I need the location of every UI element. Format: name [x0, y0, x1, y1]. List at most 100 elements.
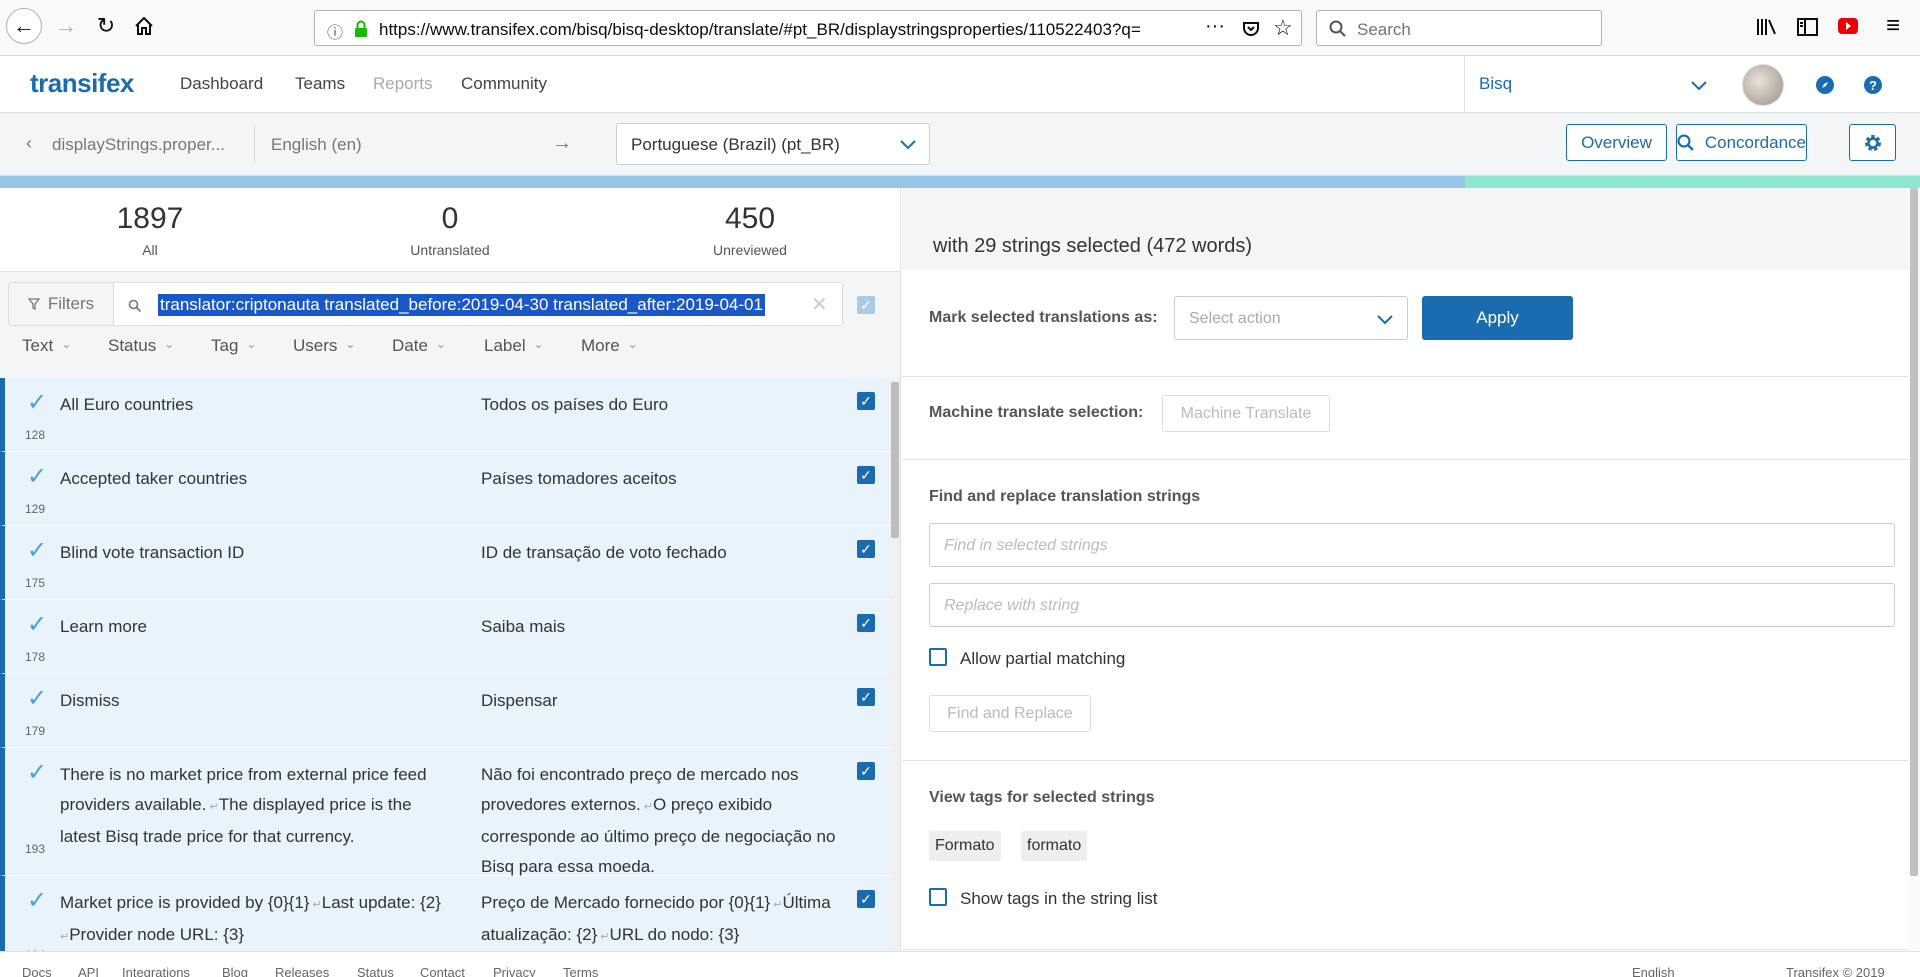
row-checkbox[interactable]: ✓ — [857, 614, 875, 632]
youtube-extension-icon[interactable] — [1838, 18, 1858, 34]
footer-link-privacy[interactable]: Privacy — [493, 965, 536, 977]
transifex-logo[interactable]: transifex — [30, 68, 134, 99]
action-select[interactable]: Select action — [1174, 296, 1408, 340]
concordance-button[interactable]: Concordance — [1676, 124, 1807, 161]
page-actions-icon[interactable]: ··· — [1205, 15, 1225, 38]
column-text[interactable]: Text — [22, 336, 71, 356]
column-date[interactable]: Date — [392, 336, 446, 356]
column-users[interactable]: Users — [293, 336, 355, 356]
line-break-icon: ↵ — [640, 801, 653, 813]
overview-button[interactable]: Overview — [1566, 124, 1667, 161]
reload-button[interactable]: ↻ — [88, 8, 124, 44]
row-checkbox[interactable]: ✓ — [857, 540, 875, 558]
compass-icon[interactable] — [1815, 75, 1835, 95]
info-icon[interactable]: ⓘ — [327, 19, 343, 43]
concordance-label: Concordance — [1704, 132, 1806, 152]
find-input[interactable]: Find in selected strings — [929, 523, 1895, 567]
tag-chip[interactable]: Formato — [929, 831, 1001, 861]
machine-translate-button[interactable]: Machine Translate — [1162, 395, 1330, 432]
stat-untranslated[interactable]: 0 Untranslated — [350, 202, 550, 258]
list-scrollbar[interactable] — [890, 378, 900, 951]
footer-link-releases[interactable]: Releases — [275, 965, 329, 977]
nav-community[interactable]: Community — [461, 74, 547, 94]
stat-value: 450 — [724, 202, 776, 235]
filters-button[interactable]: Filters — [9, 283, 114, 325]
nav-reports[interactable]: Reports — [373, 74, 433, 94]
tag-chip[interactable]: formato — [1021, 831, 1088, 861]
select-all-checkbox[interactable]: ✓ — [857, 296, 875, 314]
back-chevron-icon[interactable]: ‹ — [26, 133, 32, 154]
row-checkbox[interactable]: ✓ — [857, 762, 875, 780]
resource-name[interactable]: displayStrings.proper... — [52, 135, 225, 155]
row-checkbox[interactable]: ✓ — [857, 688, 875, 706]
partial-matching-checkbox[interactable] — [929, 648, 947, 666]
sidebar-icon[interactable] — [1797, 17, 1819, 37]
user-avatar[interactable] — [1742, 64, 1784, 106]
forward-button[interactable]: → — [48, 8, 84, 44]
scrollbar-thumb[interactable] — [1910, 188, 1918, 876]
footer-link-blog[interactable]: Blog — [222, 965, 248, 977]
stat-label: All — [142, 242, 158, 258]
nav-dashboard[interactable]: Dashboard — [180, 74, 263, 94]
apply-button[interactable]: Apply — [1422, 296, 1573, 340]
column-more[interactable]: More — [581, 336, 638, 356]
menu-icon[interactable]: ≡ — [1886, 12, 1900, 40]
url-bar[interactable]: ⓘ https://www.transifex.com/bisq/bisq-de… — [314, 10, 1302, 46]
row-checkbox[interactable]: ✓ — [857, 890, 875, 908]
footer-link-api[interactable]: API — [78, 965, 99, 977]
string-row[interactable]: ✓ Accepted taker countries Países tomado… — [0, 452, 893, 526]
divider — [902, 760, 1920, 761]
footer-link-docs[interactable]: Docs — [22, 965, 52, 977]
target-language-select[interactable]: Portuguese (Brazil) (pt_BR) — [616, 123, 930, 165]
column-tag[interactable]: Tag — [211, 336, 256, 356]
filter-query[interactable]: translator:criptonauta translated_before… — [158, 294, 765, 316]
filter-input-box[interactable]: Filters translator:criptonauta translate… — [8, 282, 843, 326]
find-and-replace-button[interactable]: Find and Replace — [929, 695, 1091, 732]
string-row[interactable]: ✓ Dismiss Dispensar 179 ✓ — [0, 674, 893, 748]
column-status[interactable]: Status — [108, 336, 174, 356]
footer-link-contact[interactable]: Contact — [420, 965, 465, 977]
stat-all[interactable]: 1897 All — [50, 202, 250, 258]
back-button[interactable]: ← — [6, 8, 42, 44]
footer-link-integrations[interactable]: Integrations — [122, 965, 190, 977]
search-icon — [1329, 20, 1346, 37]
url-text[interactable]: https://www.transifex.com/bisq/bisq-desk… — [379, 20, 1161, 40]
string-row[interactable]: ✓ Market price is provided by {0}{1} ↵La… — [0, 876, 893, 951]
footer-link-terms[interactable]: Terms — [563, 965, 598, 977]
replace-input[interactable]: Replace with string — [929, 583, 1895, 627]
translation-text: Países tomadores aceitos — [481, 469, 677, 488]
string-row[interactable]: ✓ There is no market price from external… — [0, 748, 893, 876]
browser-search-field[interactable]: Search — [1316, 10, 1602, 46]
project-selector[interactable]: Bisq — [1464, 56, 1740, 113]
clear-filter-icon[interactable]: ✕ — [811, 292, 828, 317]
source-text: Learn more — [60, 617, 147, 636]
string-id: 178 — [25, 650, 46, 664]
footer-language[interactable]: English — [1632, 965, 1675, 977]
show-tags-checkbox[interactable] — [929, 888, 947, 906]
row-checkbox[interactable]: ✓ — [857, 466, 875, 484]
source-text: Market price is provided by {0}{1} ↵Last… — [60, 888, 450, 951]
row-checkbox[interactable]: ✓ — [857, 392, 875, 410]
app-header: transifex Dashboard Teams Reports Commun… — [0, 56, 1920, 113]
bookmark-star-icon[interactable]: ☆ — [1273, 15, 1293, 41]
source-text: There is no market price from external p… — [60, 760, 450, 852]
help-icon[interactable]: ? — [1863, 75, 1883, 95]
column-label[interactable]: Label — [484, 336, 544, 356]
nav-teams[interactable]: Teams — [295, 74, 345, 94]
library-icon[interactable] — [1756, 17, 1778, 37]
string-row[interactable]: ✓ All Euro countries Todos os países do … — [0, 378, 893, 452]
pane-scrollbar[interactable] — [1908, 188, 1920, 951]
home-button[interactable] — [126, 8, 162, 44]
pocket-icon[interactable] — [1241, 19, 1261, 39]
line-break-icon: ↵ — [597, 931, 610, 943]
scrollbar-thumb[interactable] — [891, 382, 899, 538]
settings-button[interactable] — [1849, 124, 1896, 161]
string-row[interactable]: ✓ Learn more Saiba mais 178 ✓ — [0, 600, 893, 674]
string-row[interactable]: ✓ Blind vote transaction ID ID de transa… — [0, 526, 893, 600]
replace-placeholder: Replace with string — [944, 597, 1080, 614]
string-id: 128 — [25, 428, 46, 442]
show-tags-label: Show tags in the string list — [960, 889, 1158, 908]
footer-link-status[interactable]: Status — [357, 965, 394, 977]
target-language-value: Portuguese (Brazil) (pt_BR) — [631, 135, 840, 154]
stat-unreviewed[interactable]: 450 Unreviewed — [650, 202, 850, 258]
